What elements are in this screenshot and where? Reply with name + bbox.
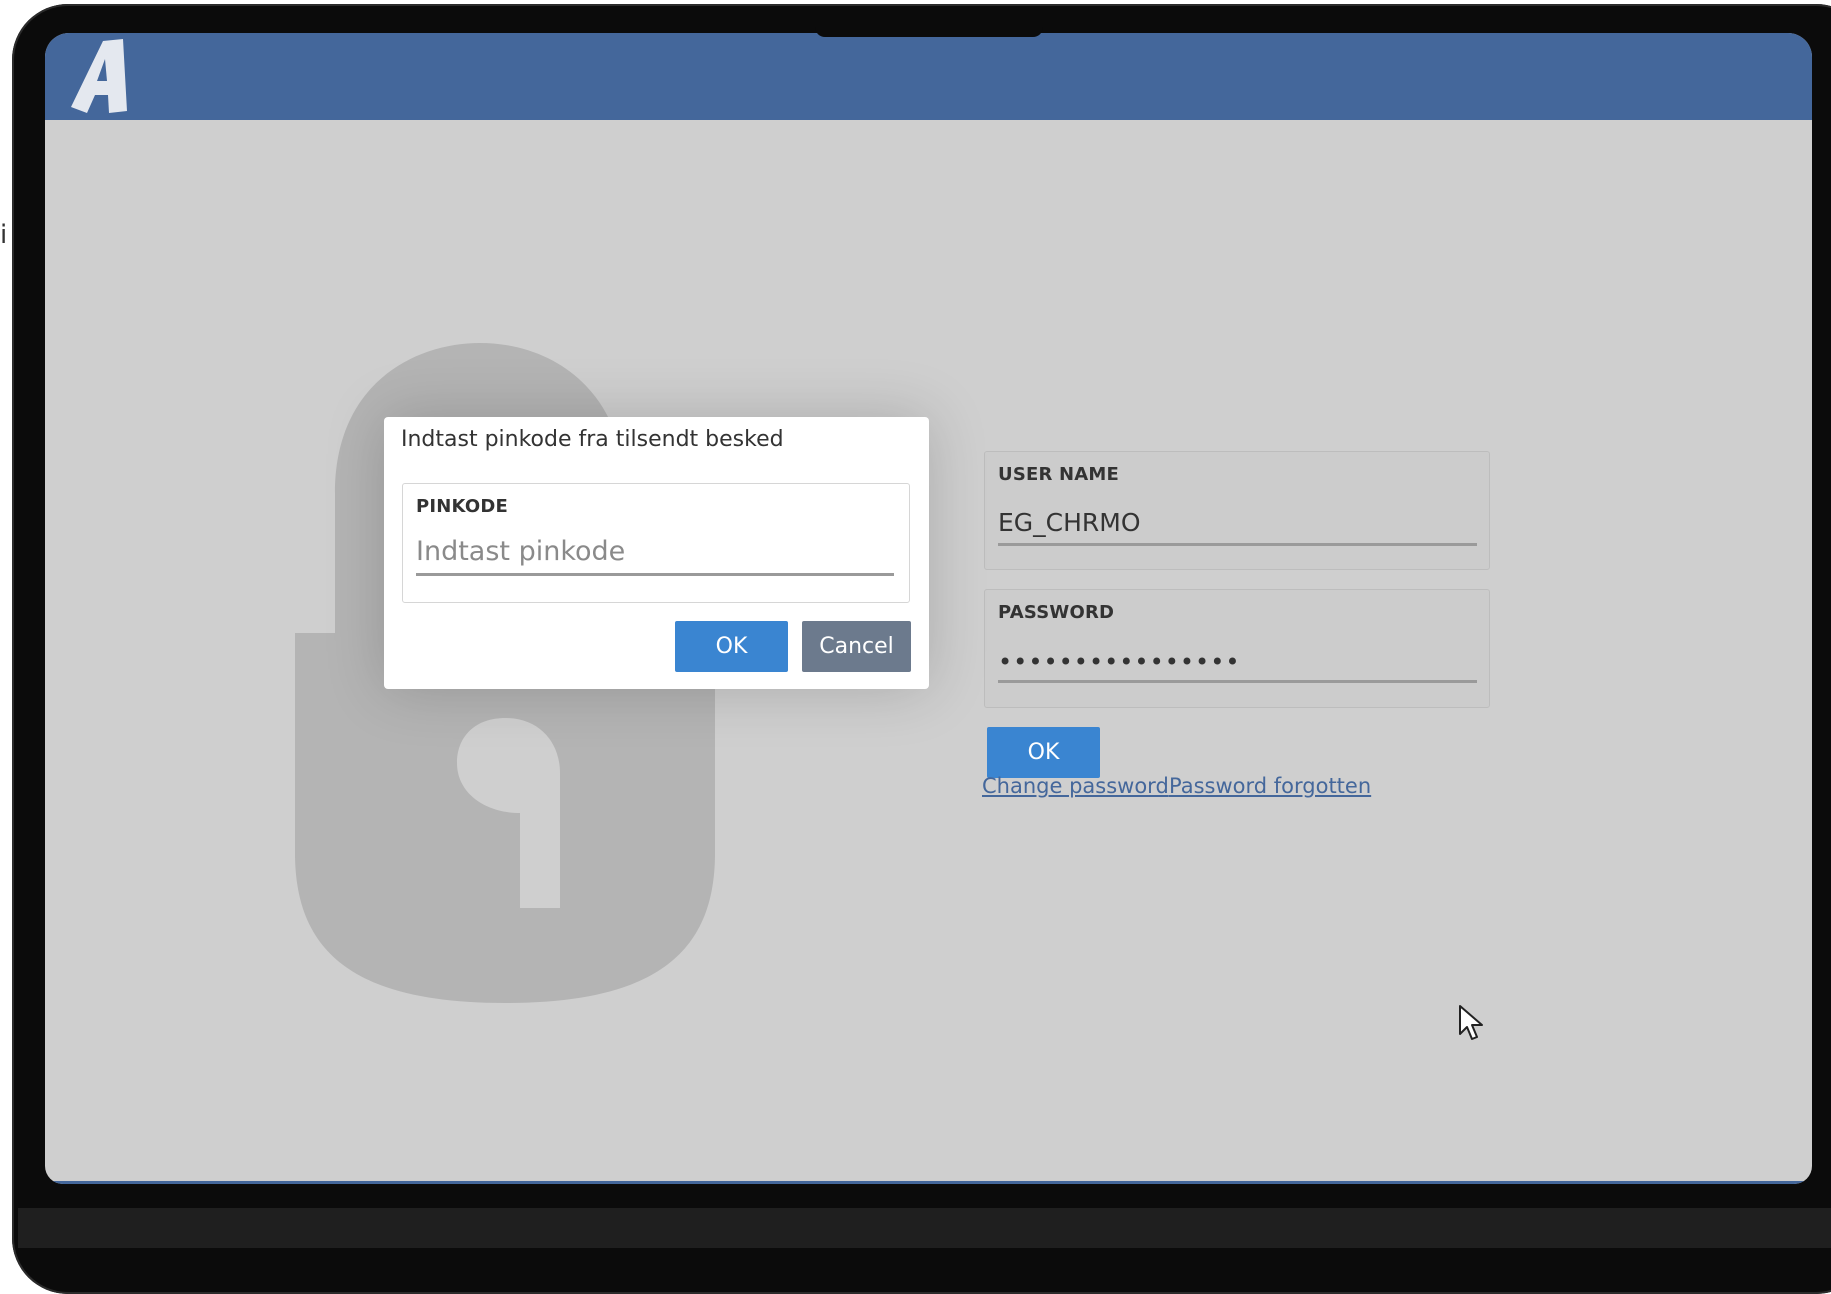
stray-text: i xyxy=(0,220,8,250)
password-card: PASSWORD •••••••••••••••• xyxy=(984,589,1490,708)
username-label: USER NAME xyxy=(998,464,1120,485)
pin-dialog: Indtast pinkode fra tilsendt besked PINK… xyxy=(384,417,929,689)
login-ok-button[interactable]: OK xyxy=(987,727,1100,778)
pin-dialog-title: Indtast pinkode fra tilsendt besked xyxy=(401,427,784,452)
device-notch xyxy=(815,25,1043,37)
pin-input[interactable] xyxy=(416,536,894,576)
mouse-pointer-icon xyxy=(1459,1005,1483,1040)
app-logo-icon[interactable] xyxy=(65,37,135,115)
app-header xyxy=(45,33,1812,120)
password-forgotten-link[interactable]: Password forgotten xyxy=(1169,774,1371,798)
pin-cancel-button[interactable]: Cancel xyxy=(802,621,911,672)
username-field[interactable]: EG_CHRMO xyxy=(998,508,1477,546)
pin-field-label: PINKODE xyxy=(416,496,509,517)
password-field[interactable]: •••••••••••••••• xyxy=(998,650,1477,683)
device-bottom-bezel xyxy=(18,1208,1831,1248)
pin-field-box: PINKODE xyxy=(402,483,910,603)
password-label: PASSWORD xyxy=(998,602,1115,623)
change-password-link[interactable]: Change password xyxy=(982,774,1169,798)
username-card: USER NAME EG_CHRMO xyxy=(984,451,1490,570)
pin-ok-button[interactable]: OK xyxy=(675,621,788,672)
screen-bottom-border xyxy=(45,1181,1812,1184)
